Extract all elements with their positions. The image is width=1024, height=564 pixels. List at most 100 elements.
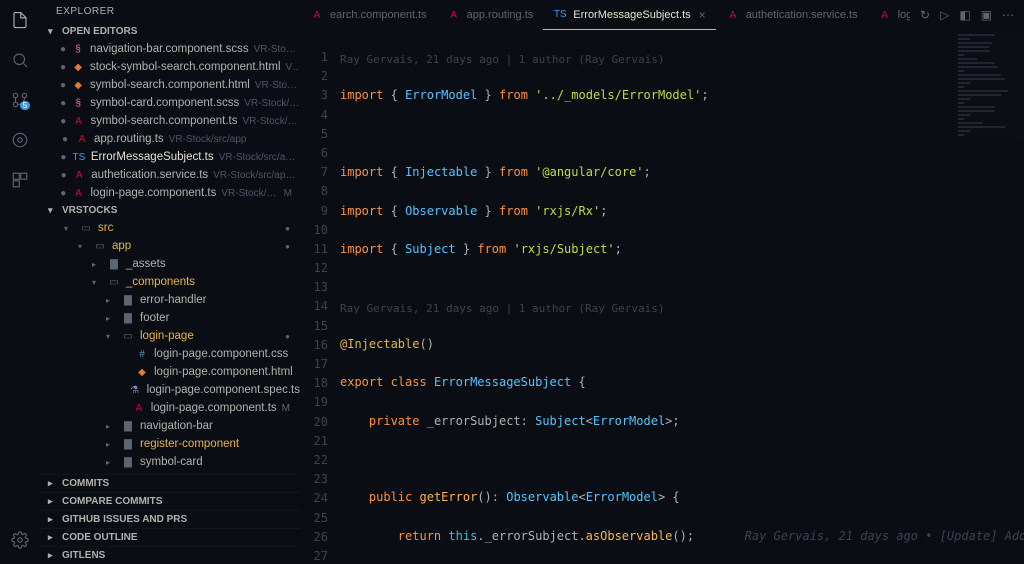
- line-number: 16: [300, 336, 328, 355]
- tree-folder[interactable]: ▸▇_assets: [40, 255, 300, 273]
- folder-open-icon: ▭: [121, 329, 135, 343]
- dirty-dot-icon: ●: [60, 44, 66, 55]
- split-icon[interactable]: ◧: [959, 8, 970, 22]
- open-editor-item[interactable]: ●Aapp.routing.ts VR-Stock/src/app: [40, 130, 300, 148]
- open-editor-item[interactable]: ●TSErrorMessageSubject.ts VR-Stock/src/a…: [40, 148, 300, 166]
- git-blame-annotation: Ray Gervais, 21 days ago | 1 author (Ray…: [340, 49, 1024, 67]
- editor-tab[interactable]: Aauthetication.service.ts: [716, 0, 868, 30]
- editor-tab[interactable]: Aearch.component.ts: [300, 0, 437, 30]
- play-icon[interactable]: ▷: [940, 8, 949, 22]
- tree-folder[interactable]: ▸▇navigation-bar: [40, 417, 300, 435]
- editor-tab[interactable]: Alogin-page.compon: [868, 0, 910, 30]
- open-editor-item[interactable]: ●◆symbol-search.component.html VR-Stock/…: [40, 76, 300, 94]
- tree-folder[interactable]: ▾▭login-page: [40, 327, 300, 345]
- tree-folder[interactable]: ▸▇footer: [40, 309, 300, 327]
- tree-file[interactable]: ◆login-page.component.html: [40, 363, 300, 381]
- tab-bar: Aearch.component.tsAapp.routing.tsTSErro…: [300, 0, 1024, 30]
- line-number: 27: [300, 547, 328, 564]
- section-gitlens[interactable]: ▸GITLENS: [40, 546, 300, 564]
- layout-icon[interactable]: ▣: [981, 8, 992, 22]
- code-area[interactable]: 1234567891011121314151617181920212223242…: [300, 30, 1024, 564]
- folder-icon: ▇: [121, 293, 135, 307]
- extensions-icon[interactable]: [8, 168, 32, 192]
- angular-icon: A: [75, 132, 89, 146]
- open-editor-item[interactable]: ●Aauthetication.service.ts VR-Stock/src/…: [40, 166, 300, 184]
- section-project[interactable]: ▾ VRSTOCKS: [40, 202, 300, 219]
- tab-actions: ↻ ▷ ◧ ▣ ⋯: [910, 0, 1024, 30]
- folder-icon: ▇: [121, 437, 135, 451]
- section-outline[interactable]: ▸CODE OUTLINE: [40, 528, 300, 546]
- open-editor-item[interactable]: ●◆stock-symbol-search.component.html VR-…: [40, 58, 300, 76]
- angular-icon: A: [71, 186, 85, 200]
- chevron-icon: ▾: [92, 278, 102, 287]
- scm-badge: 5: [20, 101, 30, 110]
- tree-folder[interactable]: ▾▭src: [40, 219, 300, 237]
- git-blame-annotation: Ray Gervais, 21 days ago | 1 author (Ray…: [340, 298, 1024, 316]
- line-number: 20: [300, 413, 328, 432]
- line-number: 17: [300, 355, 328, 374]
- folder-open-icon: ▭: [107, 275, 121, 289]
- tree-file[interactable]: Alogin-page.component.ts: [40, 399, 300, 417]
- css-icon: #: [135, 347, 149, 361]
- search-icon[interactable]: [8, 48, 32, 72]
- explorer-icon[interactable]: [8, 8, 32, 32]
- line-number: 8: [300, 182, 328, 201]
- more-icon[interactable]: ⋯: [1002, 8, 1014, 22]
- folder-icon: ▇: [121, 455, 135, 469]
- settings-icon[interactable]: [8, 528, 32, 552]
- html-icon: ◆: [71, 78, 85, 92]
- git-blame-inline: Ray Gervais, 21 days ago • [Update] Adde…: [745, 529, 1024, 543]
- line-number: 10: [300, 221, 328, 240]
- sass-icon: §: [71, 96, 85, 110]
- line-number: 6: [300, 144, 328, 163]
- angular-icon: A: [132, 401, 146, 415]
- chevron-icon: ▸: [106, 296, 116, 305]
- editor-tab[interactable]: TSErrorMessageSubject.ts×: [543, 0, 715, 30]
- dirty-dot-icon: ●: [60, 170, 67, 181]
- tree-folder[interactable]: ▸▇register-component: [40, 435, 300, 453]
- line-number: 19: [300, 393, 328, 412]
- line-number: 22: [300, 451, 328, 470]
- chevron-icon: ▸: [92, 260, 102, 269]
- typescript-icon: TS: [72, 150, 86, 164]
- open-editor-item[interactable]: ●Alogin-page.component.ts VR-Stock/src/a…: [40, 184, 300, 202]
- tree-file[interactable]: #login-page.component.css: [40, 345, 300, 363]
- tree-folder[interactable]: ▾▭app: [40, 237, 300, 255]
- source-control-icon[interactable]: 5: [8, 88, 32, 112]
- angular-icon: A: [71, 114, 85, 128]
- tree-folder[interactable]: ▾▭_components: [40, 273, 300, 291]
- dirty-dot-icon: ●: [60, 188, 66, 199]
- section-open-editors[interactable]: ▾ OPEN EDITORS: [40, 23, 300, 40]
- open-editor-item[interactable]: ●§navigation-bar.component.scss VR-Stock…: [40, 40, 300, 58]
- sidebar: EXPLORER ▾ OPEN EDITORS ●§navigation-bar…: [40, 0, 300, 564]
- tree-folder[interactable]: ▸▇symbol-card: [40, 453, 300, 471]
- line-number: 4: [300, 106, 328, 125]
- activity-bar: 5: [0, 0, 40, 564]
- section-compare[interactable]: ▸COMPARE COMMITS: [40, 492, 300, 510]
- line-number: 3: [300, 86, 328, 105]
- folder-open-icon: ▭: [79, 221, 93, 235]
- reload-icon[interactable]: ↻: [920, 8, 930, 22]
- tree-file[interactable]: ⚗login-page.component.spec.ts: [40, 381, 300, 399]
- minimap[interactable]: [954, 30, 1024, 140]
- typescript-icon: TS: [553, 8, 567, 22]
- dirty-dot-icon: ●: [60, 98, 66, 109]
- dirty-dot-icon: ●: [60, 134, 70, 145]
- chevron-icon: ▸: [106, 422, 116, 431]
- chevron-icon: ▾: [106, 332, 116, 341]
- chevron-icon: ▾: [64, 224, 74, 233]
- line-number: 14: [300, 297, 328, 316]
- editor-tab[interactable]: Aapp.routing.ts: [437, 0, 544, 30]
- line-gutter: 1234567891011121314151617181920212223242…: [300, 30, 340, 564]
- section-commits[interactable]: ▸COMMITS: [40, 474, 300, 492]
- code-lines[interactable]: Ray Gervais, 21 days ago | 1 author (Ray…: [340, 30, 1024, 564]
- open-editor-item[interactable]: ●§symbol-card.component.scss VR-Stock/sr…: [40, 94, 300, 112]
- close-icon[interactable]: ×: [699, 8, 706, 22]
- open-editor-item[interactable]: ●Asymbol-search.component.ts VR-Stock/sr…: [40, 112, 300, 130]
- section-github[interactable]: ▸GITHUB ISSUES AND PRS: [40, 510, 300, 528]
- angular-icon: A: [72, 168, 86, 182]
- chevron-down-icon: ▾: [48, 26, 58, 37]
- tree-folder[interactable]: ▸▇error-handler: [40, 291, 300, 309]
- debug-icon[interactable]: [8, 128, 32, 152]
- folder-icon: ▇: [121, 419, 135, 433]
